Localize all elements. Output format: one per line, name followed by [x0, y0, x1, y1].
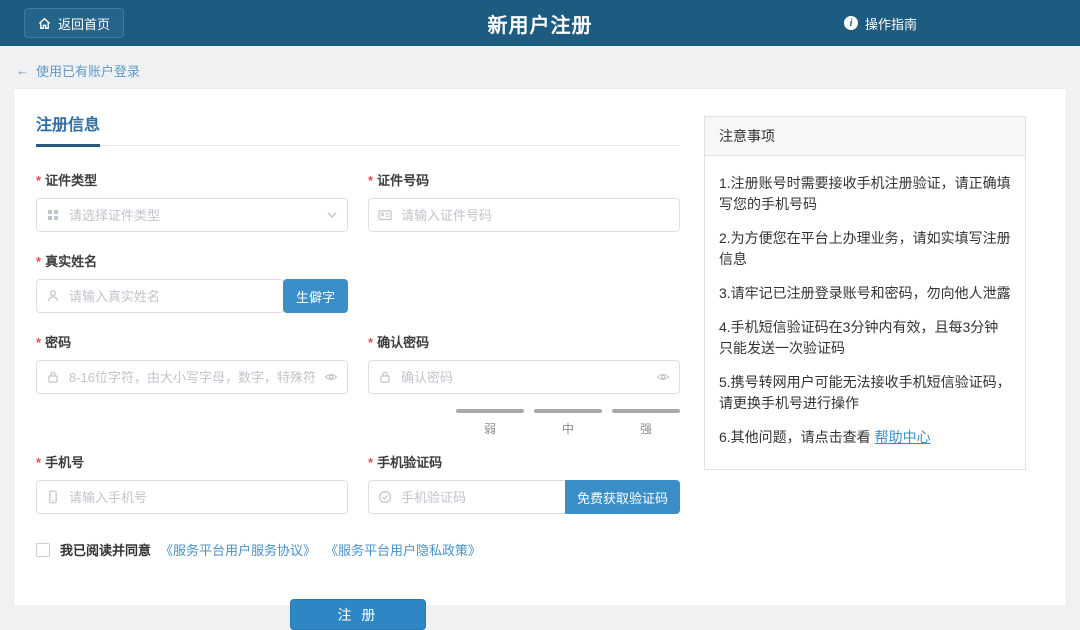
empty-col — [36, 409, 348, 438]
rare-character-button[interactable]: 生僻字 — [282, 279, 348, 313]
real-name-row: 生僻字 — [36, 279, 348, 313]
section-title-text: 注册信息 — [36, 111, 101, 147]
help-center-link[interactable]: 帮助中心 — [875, 429, 931, 445]
cert-number-group: * 证件号码 — [368, 170, 680, 232]
chevron-down-icon[interactable] — [326, 209, 338, 221]
phone-group: * 手机号 — [36, 452, 348, 514]
service-agreement-link[interactable]: 《服务平台用户服务协议》 — [160, 540, 316, 559]
cert-type-label: * 证件类型 — [36, 173, 98, 188]
sms-code-group: *手机验证码 免费获取验证码 — [368, 452, 680, 514]
required-asterisk: * — [368, 173, 374, 188]
strength-label: 中 — [561, 422, 574, 436]
password-label: * 密码 — [36, 335, 72, 350]
strength-weak: 弱 — [456, 409, 524, 438]
phone-input[interactable] — [36, 480, 348, 514]
notes-panel-title: 注意事项 — [705, 117, 1025, 156]
main-card: 注册信息 * 证件类型 请选择证件类型 * 证件号码 请输入证件号码 * 真实姓… — [13, 88, 1067, 630]
agreement-row: 我已阅读并同意 《服务平台用户服务协议》 《服务平台用户隐私政策》 — [36, 540, 680, 559]
cert-type-select[interactable] — [36, 198, 348, 232]
strength-medium: 中 — [534, 409, 602, 438]
cert-number-input[interactable] — [368, 198, 680, 232]
strength-strong: 强 — [612, 409, 680, 438]
cert-type-input[interactable] — [36, 198, 348, 232]
back-home-button[interactable]: 返回首页 — [24, 8, 125, 38]
guide-link[interactable]: 操作指南 — [843, 0, 917, 46]
form-row-certificate: *证件类型 *证件号码 — [36, 170, 680, 232]
sub-header-row: ← 使用已有账户登录 — [0, 46, 1080, 80]
cert-number-label: * 证件号码 — [368, 173, 430, 188]
registration-page: 返回首页 新用户注册 操作指南 ← 使用已有账户登录 注册信息 *证件类型 — [0, 0, 1080, 630]
notes-panel: 注意事项 1.注册账号时需要接收手机注册验证，请正确填写您的手机号码 2.为方便… — [704, 116, 1026, 470]
required-asterisk: * — [36, 335, 42, 350]
form-row-phone: *手机号 *手机验证码 — [36, 452, 680, 514]
privacy-policy-link[interactable]: 《服务平台用户隐私政策》 — [325, 540, 481, 559]
note-item: 2.为方便您在平台上办理业务，请如实填写注册信息 — [719, 230, 1011, 267]
real-name-group: *真实姓名 生僻字 — [36, 251, 348, 313]
confirm-password-group: * 确认密码 — [368, 332, 680, 394]
sms-code-input[interactable] — [368, 480, 569, 514]
notes-panel-body: 1.注册账号时需要接收手机注册验证，请正确填写您的手机号码 2.为方便您在平台上… — [705, 156, 1025, 469]
strength-bar — [612, 409, 680, 413]
note-item: 6.其他问题，请点击查看 帮助中心 — [719, 427, 1011, 448]
home-icon — [38, 17, 51, 30]
sms-code-field — [368, 480, 569, 514]
phone-label: * 手机号 — [36, 455, 85, 470]
agreement-label: 我已阅读并同意 — [60, 543, 152, 558]
eye-icon[interactable] — [656, 370, 670, 384]
section-title: 注册信息 — [36, 111, 680, 147]
password-input[interactable] — [36, 360, 348, 394]
strength-bar — [534, 409, 602, 413]
required-asterisk: * — [368, 335, 374, 350]
login-existing-link[interactable]: ← 使用已有账户登录 — [16, 61, 140, 80]
get-code-button[interactable]: 免费获取验证码 — [564, 480, 680, 514]
login-existing-label: 使用已有账户登录 — [36, 64, 141, 79]
sms-code-row: 免费获取验证码 — [368, 480, 680, 514]
confirm-password-label: * 确认密码 — [368, 335, 430, 350]
password-strength-meter: 弱 中 强 — [456, 409, 680, 438]
real-name-label: * 真实姓名 — [36, 254, 98, 269]
note-item: 3.请牢记已注册登录账号和密码，勿向他人泄露 — [719, 285, 1011, 301]
sms-code-label: * 手机验证码 — [368, 455, 443, 470]
note-item: 1.注册账号时需要接收手机注册验证，请正确填写您的手机号码 — [719, 175, 1011, 212]
strength-label: 强 — [639, 422, 652, 436]
empty-col — [368, 251, 680, 313]
required-asterisk: * — [368, 455, 374, 470]
strength-bar — [456, 409, 524, 413]
register-button[interactable]: 注 册 — [290, 599, 426, 630]
real-name-field — [36, 279, 284, 313]
note-item: 4.手机短信验证码在3分钟内有效，且每3分钟只能发送一次验证码 — [719, 319, 999, 356]
left-arrow-icon: ← — [16, 63, 29, 78]
password-field — [36, 360, 348, 394]
info-icon — [843, 16, 858, 30]
form-row-password: * 密码 * 确认密码 — [36, 332, 680, 394]
required-asterisk: * — [36, 173, 42, 188]
submit-row: 注 册 — [36, 599, 680, 630]
confirm-password-field — [368, 360, 680, 394]
required-asterisk: * — [36, 455, 42, 470]
registration-form: 注册信息 * 证件类型 请选择证件类型 * 证件号码 请输入证件号码 * 真实姓… — [36, 111, 680, 630]
strength-label: 弱 — [483, 422, 496, 436]
guide-label: 操作指南 — [864, 16, 917, 32]
password-group: * 密码 — [36, 332, 348, 394]
strength-col: 弱 中 强 — [368, 409, 680, 438]
top-header: 返回首页 新用户注册 操作指南 — [0, 0, 1080, 46]
strength-row: 弱 中 强 — [36, 409, 680, 438]
cert-number-field — [368, 198, 680, 232]
confirm-password-input[interactable] — [368, 360, 680, 394]
agreement-checkbox[interactable] — [36, 542, 50, 557]
real-name-input[interactable] — [36, 279, 284, 313]
form-row-name: *真实姓名 生僻字 — [36, 251, 680, 313]
required-asterisk: * — [36, 254, 42, 269]
eye-icon[interactable] — [324, 370, 338, 384]
cert-type-group: * 证件类型 — [36, 170, 348, 232]
note-item: 5.携号转网用户可能无法接收手机短信验证码，请更换手机号进行操作 — [719, 374, 1011, 411]
page-title: 新用户注册 — [487, 14, 593, 37]
phone-field — [36, 480, 348, 514]
back-home-label: 返回首页 — [58, 16, 111, 32]
note-item-text: 6.其他问题，请点击查看 — [719, 429, 875, 445]
